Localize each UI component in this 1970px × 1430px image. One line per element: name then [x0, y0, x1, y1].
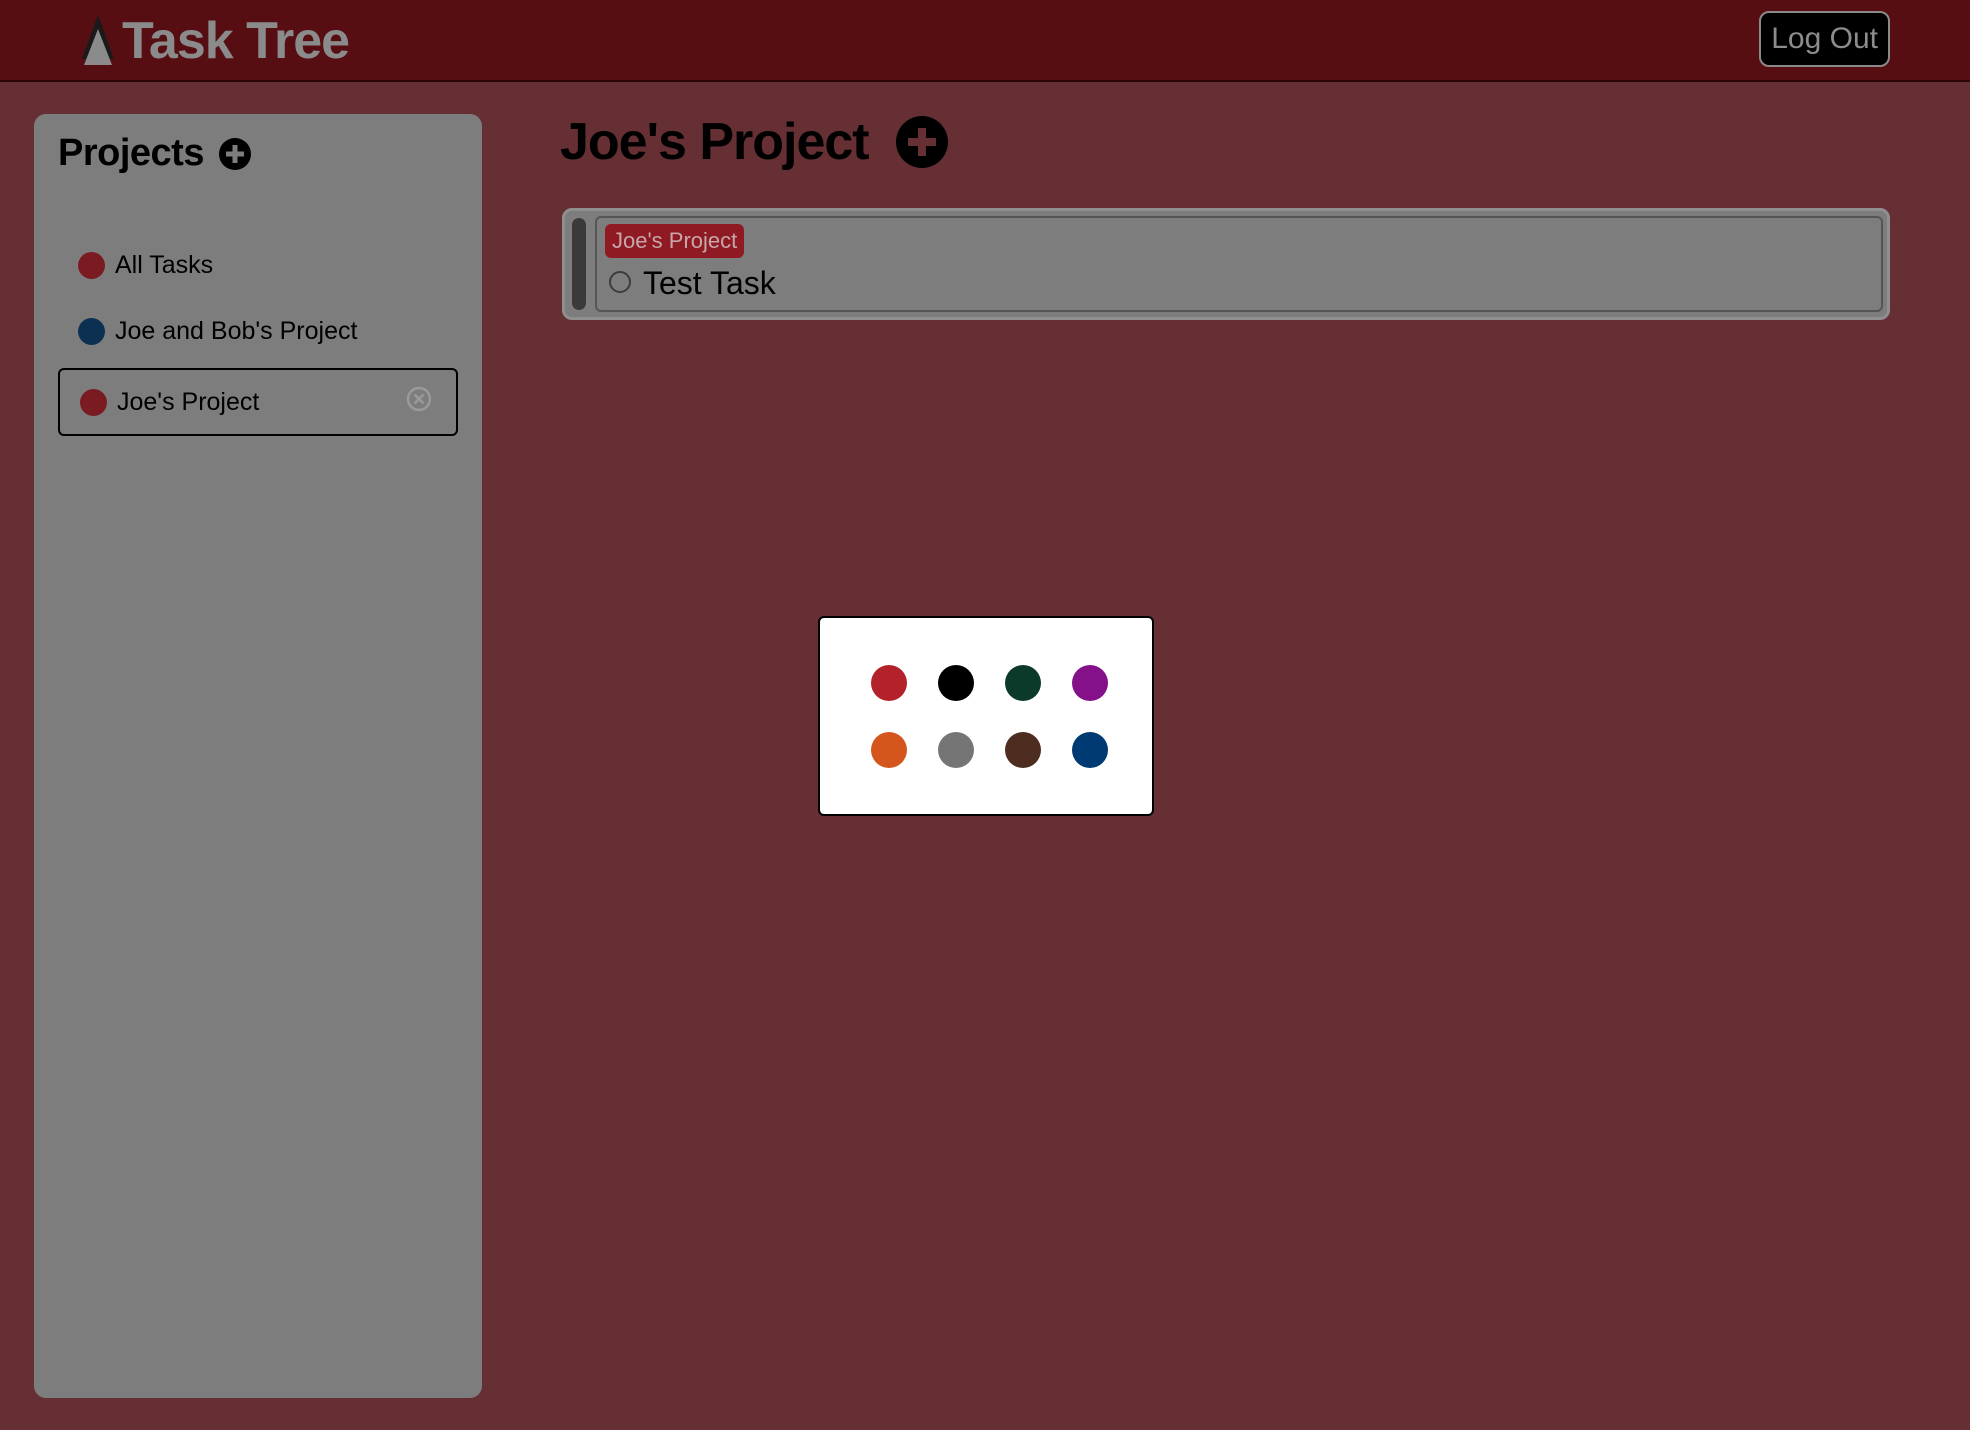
close-circle-icon	[406, 386, 432, 412]
task-title[interactable]: Test Task	[643, 264, 776, 302]
color-swatch-purple[interactable]	[1072, 665, 1108, 701]
color-picker-popup	[818, 616, 1154, 816]
add-task-button[interactable]	[895, 115, 949, 169]
color-swatch-blue[interactable]	[1072, 732, 1108, 768]
project-label: Joe and Bob's Project	[115, 316, 358, 345]
color-swatch-black[interactable]	[938, 665, 974, 701]
plus-circle-icon	[218, 137, 251, 170]
sidebar-header: Projects	[58, 132, 252, 175]
project-label: Joe's Project	[117, 387, 260, 416]
projects-sidebar: Projects All Tasks Joe and Bob's Project…	[34, 114, 482, 1398]
sidebar-item-joes-project[interactable]: Joe's Project	[58, 368, 458, 436]
color-swatch-orange[interactable]	[871, 732, 907, 768]
app-header: Task Tree Log Out	[0, 0, 1970, 82]
project-color-dot	[78, 251, 105, 279]
project-tag: Joe's Project	[605, 224, 745, 258]
main-header: Joe's Project	[560, 112, 949, 172]
task-complete-checkbox[interactable]	[609, 271, 631, 293]
add-project-button[interactable]	[218, 137, 252, 171]
sidebar-title: Projects	[58, 132, 204, 174]
sidebar-item-joe-and-bobs-project[interactable]: Joe and Bob's Project	[58, 298, 458, 364]
project-label: All Tasks	[115, 250, 214, 279]
page-title: Joe's Project	[560, 113, 870, 171]
task-card[interactable]: Joe's Project Test Task	[595, 216, 1883, 312]
color-swatch-dark-green[interactable]	[1005, 665, 1041, 701]
plus-circle-icon	[895, 116, 948, 168]
color-swatch-gray[interactable]	[938, 732, 974, 768]
project-color-dot[interactable]	[80, 388, 107, 416]
color-swatch-brown[interactable]	[1005, 732, 1041, 768]
sidebar-item-all-tasks[interactable]: All Tasks	[58, 232, 458, 298]
app-name: Task Tree	[122, 12, 350, 70]
project-color-dot	[78, 317, 105, 345]
logout-button[interactable]: Log Out	[1759, 11, 1890, 67]
drag-handle[interactable]	[572, 218, 586, 310]
color-swatch-red[interactable]	[871, 665, 907, 701]
app-logo[interactable]: Task Tree	[80, 10, 350, 72]
project-list: All Tasks Joe and Bob's Project Joe's Pr…	[58, 232, 458, 436]
remove-project-button[interactable]	[406, 386, 432, 412]
task-list: Joe's Project Test Task	[562, 208, 1890, 320]
tree-icon	[82, 15, 114, 65]
